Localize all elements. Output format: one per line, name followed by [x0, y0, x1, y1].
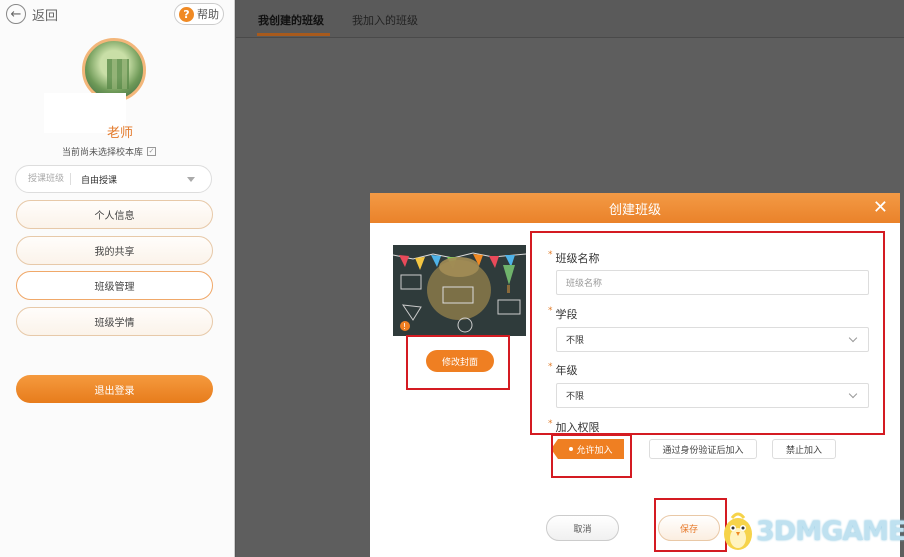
save-label: 保存 — [679, 524, 698, 535]
cancel-button[interactable]: 取消 — [546, 515, 619, 541]
help-label: 帮助 — [197, 8, 219, 21]
permission-label: * 加入权限 — [548, 419, 600, 434]
grade-label-text: 年级 — [555, 364, 578, 377]
watermark-bird-logo — [724, 512, 752, 550]
stage-label: * 学段 — [548, 306, 578, 321]
menu-label: 个人信息 — [94, 211, 135, 222]
permission-allow-option[interactable]: 允许加入 — [551, 439, 624, 459]
stage-label-text: 学段 — [555, 308, 578, 321]
stage-select[interactable]: 不限 — [556, 327, 869, 352]
menu-label: 我的共享 — [94, 247, 135, 258]
teaching-select-label: 授课班级 — [16, 173, 72, 185]
permission-allow-label: 允许加入 — [576, 445, 613, 456]
menu-label: 班级管理 — [94, 282, 135, 293]
close-icon[interactable]: ✕ — [873, 198, 888, 218]
selected-dot-icon — [569, 447, 574, 451]
watermark-text: 3DMGAME — [756, 516, 904, 547]
chevron-down-icon — [848, 333, 858, 343]
teaching-class-select[interactable]: 授课班级 自由授课 — [15, 165, 212, 193]
permission-verify-option[interactable]: 通过身份验证后加入 — [649, 439, 757, 459]
active-tab-indicator — [257, 33, 330, 36]
tabs-bar: 我创建的班级 我加入的班级 — [236, 0, 904, 38]
menu-my-share[interactable]: 我的共享 — [16, 236, 213, 265]
back-button[interactable]: ← 返回 — [6, 4, 58, 24]
tab-created-classes[interactable]: 我创建的班级 — [258, 12, 324, 28]
permission-deny-option[interactable]: 禁止加入 — [772, 439, 836, 459]
school-note-text: 当前尚未选择校本库 — [62, 148, 144, 158]
help-button[interactable]: ? 帮助 — [174, 3, 224, 25]
teacher-name: 老师 — [106, 126, 133, 141]
grade-select[interactable]: 不限 — [556, 383, 869, 408]
create-class-dialog: 创建班级 ✕ ! 修改封面 * 班级名称 班级名称 * 学段 不限 * 年级 不… — [370, 193, 900, 557]
class-name-placeholder: 班级名称 — [566, 279, 603, 289]
caret-down-icon — [187, 176, 195, 182]
question-icon: ? — [179, 6, 194, 22]
logout-label: 退出登录 — [94, 385, 135, 397]
edit-icon[interactable]: ✓ — [147, 147, 157, 156]
svg-text:!: ! — [403, 322, 406, 331]
dialog-header: 创建班级 ✕ — [370, 193, 900, 223]
watermark: 3DMGAME — [718, 508, 904, 554]
chevron-down-icon — [848, 389, 858, 399]
school-library-note: 当前尚未选择校本库 ✓ — [62, 145, 157, 158]
change-cover-label: 修改封面 — [441, 357, 478, 368]
class-cover-image: ! — [393, 245, 526, 336]
menu-personal-info[interactable]: 个人信息 — [16, 200, 213, 229]
teaching-select-value: 自由授课 — [81, 175, 118, 186]
menu-class-management[interactable]: 班级管理 — [16, 271, 213, 300]
logout-button[interactable]: 退出登录 — [16, 375, 213, 403]
arrow-left-icon: ← — [6, 4, 26, 24]
chalkboard-illustration: ! — [393, 245, 526, 336]
dialog-title: 创建班级 — [608, 202, 661, 218]
permission-verify-label: 通过身份验证后加入 — [662, 445, 744, 456]
menu-label: 班级学情 — [94, 318, 135, 329]
permission-deny-label: 禁止加入 — [785, 445, 822, 456]
back-label: 返回 — [32, 8, 59, 24]
cancel-label: 取消 — [573, 524, 592, 535]
tab-joined-classes[interactable]: 我加入的班级 — [352, 12, 418, 28]
grade-value: 不限 — [566, 392, 585, 402]
permission-label-text: 加入权限 — [555, 421, 600, 434]
class-name-label-text: 班级名称 — [555, 252, 600, 265]
sidebar: ← 返回 ? 帮助 老师 当前尚未选择校本库 ✓ 授课班级 自由授课 个人信息 … — [0, 0, 235, 557]
grade-label: * 年级 — [548, 362, 578, 377]
class-name-input[interactable]: 班级名称 — [556, 270, 869, 295]
class-name-label: * 班级名称 — [548, 250, 600, 265]
menu-class-study[interactable]: 班级学情 — [16, 307, 213, 336]
avatar-pixelated-region — [107, 59, 129, 89]
stage-value: 不限 — [566, 336, 585, 346]
save-button[interactable]: 保存 — [658, 515, 720, 541]
change-cover-button[interactable]: 修改封面 — [426, 350, 494, 372]
